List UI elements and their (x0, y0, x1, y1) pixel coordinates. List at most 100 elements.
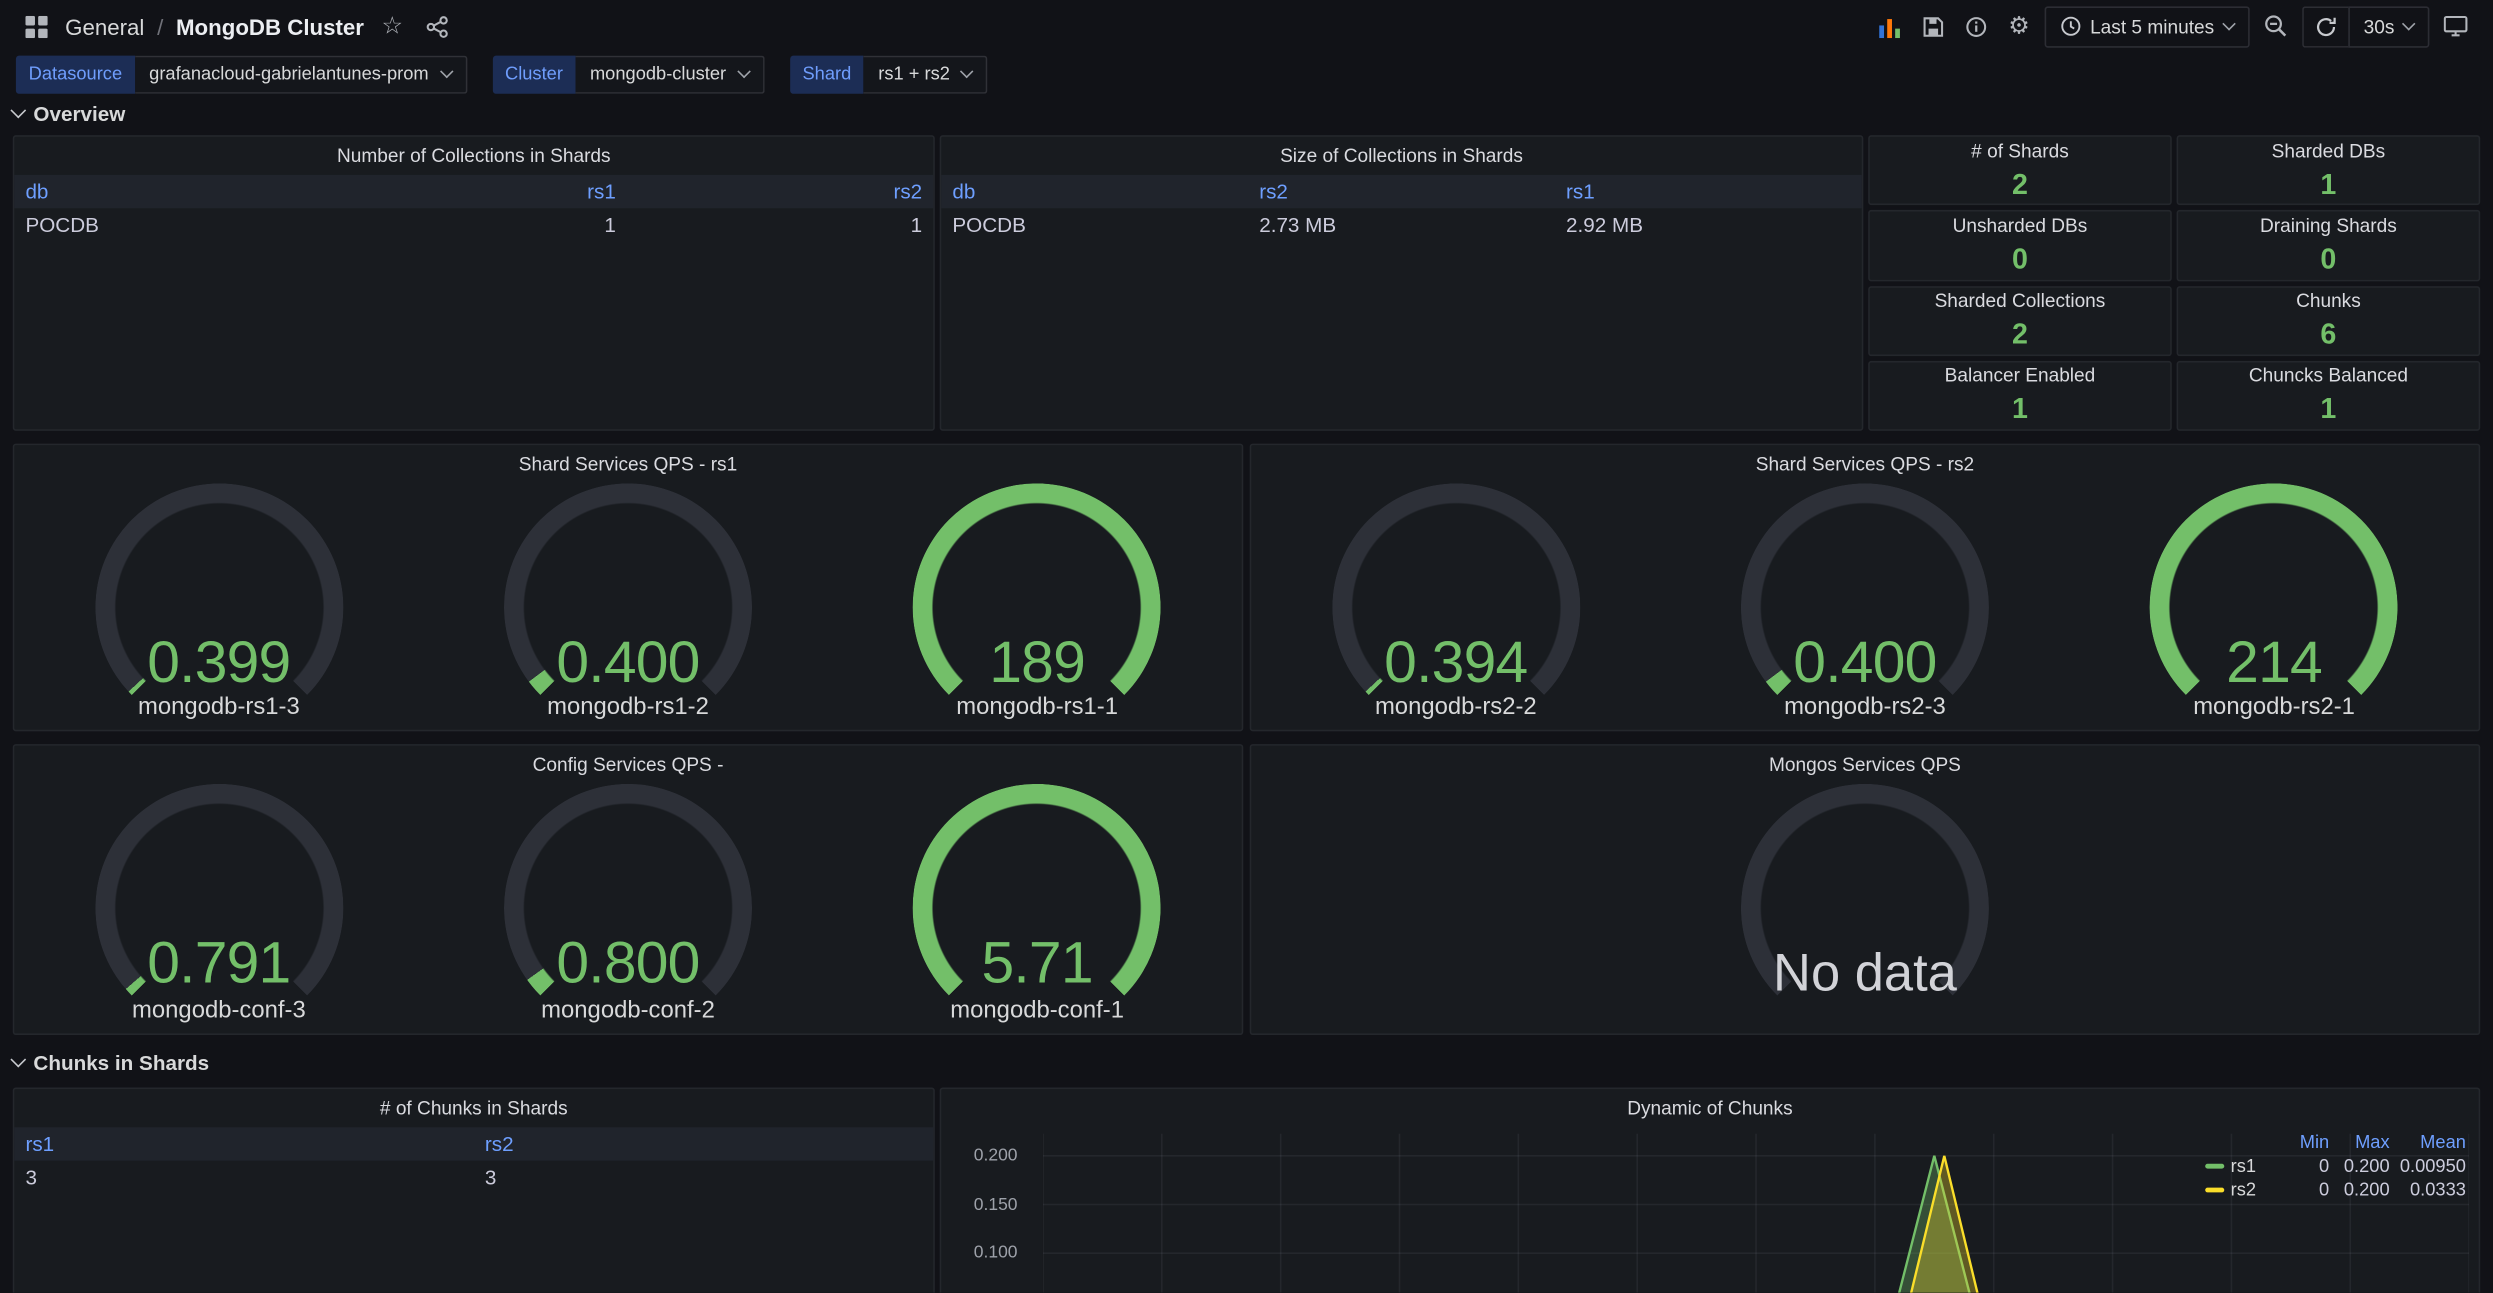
dashboard-insights-button[interactable] (1959, 6, 1994, 47)
panel-shard-qps-rs1: Shard Services QPS - rs10.399mongodb-rs1… (13, 444, 1244, 732)
stat-panel-title[interactable]: # of Shards (1971, 139, 2069, 161)
legend-column-header[interactable]: Max (2329, 1133, 2389, 1152)
apps-grid-button[interactable] (19, 6, 54, 47)
gauge: 214mongodb-rs2-1 (2070, 483, 2479, 729)
gauge: 5.71mongodb-conf-1 (833, 784, 1242, 1034)
panel-mongos-qps: Mongos Services QPSNo data (1250, 744, 2481, 1035)
legend-column-header[interactable]: Min (2278, 1133, 2329, 1152)
stat-panel-title[interactable]: Draining Shards (2260, 214, 2397, 236)
legend-row: rs100.2000.00950 (2205, 1154, 2466, 1178)
cycle-view-button[interactable] (2437, 6, 2474, 47)
gauge: 0.800mongodb-conf-2 (423, 784, 832, 1034)
panel-title[interactable]: Number of Collections in Shards (14, 137, 933, 175)
share-button[interactable] (420, 6, 455, 47)
save-dashboard-button[interactable] (1916, 6, 1951, 47)
gauge-label: mongodb-rs2-3 (1660, 693, 2069, 720)
column-header[interactable]: rs2 (1248, 180, 1555, 204)
table-cell: 2.92 MB (1555, 207, 1862, 242)
variable-value: rs1 + rs2 (878, 65, 950, 84)
gauge: 0.400mongodb-rs1-2 (423, 483, 832, 729)
gauge-label: mongodb-conf-1 (833, 997, 1242, 1024)
add-panel-button[interactable] (1872, 6, 1909, 47)
toolbar-right: ⚙ Last 5 minutes 30s (1872, 6, 2474, 47)
breadcrumb-separator: / (157, 14, 163, 39)
stat-panel: Draining Shards 0 (2177, 210, 2481, 280)
stat-panel: Unsharded DBs0 (1868, 210, 2172, 280)
legend-value: 0.00950 (2390, 1157, 2466, 1176)
legend-header-row: MinMaxMean (2205, 1130, 2466, 1154)
legend-series[interactable]: rs1 (2205, 1157, 2278, 1176)
gear-icon: ⚙ (2008, 14, 2029, 38)
chevron-down-icon (10, 1051, 26, 1067)
series-color-swatch (2205, 1164, 2224, 1169)
panel-size-of-collections: Size of Collections in Shards dbrs2rs1PO… (940, 135, 1864, 431)
gauge-value: 214 (2070, 630, 2479, 697)
legend-value: 0 (2278, 1181, 2329, 1200)
series-color-swatch (2205, 1188, 2224, 1193)
stat-panel: Chunks6 (2177, 285, 2481, 355)
dashboard-header: General / MongoDB Cluster ☆ ⚙ Last 5 min… (0, 0, 2493, 52)
no-data-gauge: No data (1251, 784, 2478, 1034)
stat-panel: Sharded DBs1 (2177, 135, 2481, 205)
time-range-picker[interactable]: Last 5 minutes (2044, 6, 2249, 47)
column-header[interactable]: rs1 (14, 1132, 473, 1156)
chevron-down-icon (2402, 16, 2415, 29)
section-overview-toggle[interactable]: Overview (13, 99, 126, 128)
panel-chunks-count: # of Chunks in Shards rs1rs2 33 (13, 1087, 935, 1292)
stat-panel-title[interactable]: Unsharded DBs (1953, 214, 2088, 236)
chevron-down-icon (2222, 16, 2235, 29)
gauge-panel-body: 0.399mongodb-rs1-30.400mongodb-rs1-2189m… (14, 483, 1241, 729)
variable-value-dropdown[interactable]: grafanacloud-gabrielantunes-prom (135, 56, 467, 94)
column-header[interactable]: db (941, 180, 1248, 204)
dashboard-settings-button[interactable]: ⚙ (2002, 6, 2036, 47)
zoom-out-time-button[interactable] (2257, 6, 2294, 47)
panel-title[interactable]: Dynamic of Chunks (941, 1089, 2478, 1127)
refresh-controls: 30s (2302, 6, 2430, 47)
table-header-row: dbrs2rs1 (941, 175, 1862, 208)
stat-value: 0 (2320, 243, 2336, 276)
panel-title[interactable]: Shard Services QPS - rs2 (1251, 445, 2478, 483)
gauge-value: 0.791 (14, 930, 423, 997)
variable-value-dropdown[interactable]: rs1 + rs2 (864, 56, 988, 94)
column-header[interactable]: db (14, 180, 320, 204)
panel-title[interactable]: Mongos Services QPS (1251, 746, 2478, 784)
stat-panel-title[interactable]: Balancer Enabled (1945, 365, 2096, 387)
section-chunks-toggle[interactable]: Chunks in Shards (13, 1048, 209, 1077)
column-header[interactable]: rs1 (1555, 180, 1862, 204)
stat-panel-title[interactable]: Chunks (2296, 290, 2361, 312)
stat-panel-title[interactable]: Chuncks Balanced (2249, 365, 2408, 387)
gauge: 0.399mongodb-rs1-3 (14, 483, 423, 729)
star-icon: ☆ (381, 14, 402, 38)
panel-title[interactable]: Config Services QPS - (14, 746, 1241, 784)
panel-number-of-collections: Number of Collections in Shards dbrs1rs2… (13, 135, 935, 431)
chevron-down-icon (439, 65, 452, 78)
variable-label: Datasource (16, 56, 135, 94)
variable-value-dropdown[interactable]: mongodb-cluster (576, 56, 765, 94)
column-header[interactable]: rs2 (474, 1132, 933, 1156)
stat-panel-title[interactable]: Sharded Collections (1935, 290, 2106, 312)
legend-series[interactable]: rs2 (2205, 1181, 2278, 1200)
gauge-label: mongodb-rs2-2 (1251, 693, 1660, 720)
refresh-interval-dropdown[interactable]: 30s (2348, 6, 2430, 47)
legend-column-header[interactable]: Mean (2390, 1133, 2466, 1152)
panel-title[interactable]: # of Chunks in Shards (14, 1089, 933, 1127)
gauge: 0.791mongodb-conf-3 (14, 784, 423, 1034)
stat-panel-title[interactable]: Sharded DBs (2272, 139, 2385, 161)
gauge-panel-body: 0.394mongodb-rs2-20.400mongodb-rs2-3214m… (1251, 483, 2478, 729)
section-label: Overview (33, 101, 125, 125)
panel-shard-qps-rs2: Shard Services QPS - rs20.394mongodb-rs2… (1250, 444, 2481, 732)
panel-title[interactable]: Shard Services QPS - rs1 (14, 445, 1241, 483)
save-icon (1922, 15, 1944, 37)
breadcrumb-folder[interactable]: General (65, 14, 144, 39)
gauge-panel-body: No data (1251, 784, 2478, 1034)
refresh-button[interactable] (2302, 6, 2348, 47)
table-row: 33 (14, 1161, 933, 1194)
variables-bar: Datasource grafanacloud-gabrielantunes-p… (0, 52, 1004, 97)
favorite-button[interactable]: ☆ (375, 6, 409, 47)
column-header[interactable]: rs2 (627, 180, 933, 204)
panel-title[interactable]: Size of Collections in Shards (941, 137, 1862, 175)
variable-cluster: Cluster mongodb-cluster (492, 56, 764, 94)
legend-value: 0.200 (2329, 1157, 2389, 1176)
column-header[interactable]: rs1 (321, 180, 627, 204)
gauge: 0.394mongodb-rs2-2 (1251, 483, 1660, 729)
